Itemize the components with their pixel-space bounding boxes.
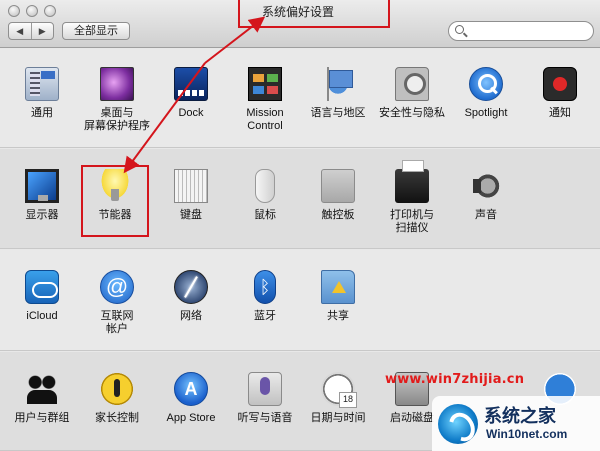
watermark-title: 系统之家 bbox=[484, 406, 556, 426]
date-time-icon bbox=[321, 372, 357, 408]
pref-label: 鼠标 bbox=[254, 209, 276, 221]
pref-label: 听写与语音 bbox=[237, 412, 293, 424]
pref-app-store[interactable]: A App Store bbox=[153, 372, 229, 425]
watermark-subtitle: Win10net.com bbox=[486, 427, 568, 441]
notifications-icon bbox=[543, 67, 577, 101]
pref-label: 键盘 bbox=[180, 209, 202, 221]
pref-network[interactable]: 网络 bbox=[153, 270, 229, 323]
pref-label: 共享 bbox=[327, 310, 349, 322]
pref-notifications[interactable]: 通知 bbox=[522, 67, 598, 120]
pref-sharing[interactable]: 共享 bbox=[300, 270, 376, 323]
pref-spotlight[interactable]: Spotlight bbox=[448, 67, 524, 120]
users-groups-icon bbox=[25, 372, 59, 406]
mouse-icon bbox=[255, 169, 275, 203]
displays-icon bbox=[25, 169, 59, 203]
dock-icon bbox=[174, 67, 208, 101]
pref-desktop-screensaver[interactable]: 桌面与 屏幕保护程序 bbox=[79, 67, 155, 133]
pref-label: 通知 bbox=[549, 107, 571, 119]
pref-label: 用户与群组 bbox=[14, 412, 70, 424]
pref-bluetooth[interactable]: ᛒ 蓝牙 bbox=[227, 270, 303, 323]
pref-mission-control[interactable]: Mission Control bbox=[227, 67, 303, 133]
bluetooth-icon: ᛒ bbox=[254, 270, 276, 304]
back-forward-control: ◀ ▶ bbox=[8, 22, 54, 40]
general-icon bbox=[25, 67, 59, 101]
pref-sound[interactable]: 声音 bbox=[448, 169, 524, 222]
pref-keyboard[interactable]: 键盘 bbox=[153, 169, 229, 222]
watermark-badge: 系统之家 Win10net.com bbox=[432, 396, 600, 451]
parental-controls-icon bbox=[100, 372, 134, 406]
pref-users-groups[interactable]: 用户与群组 bbox=[4, 372, 80, 425]
keyboard-icon bbox=[174, 169, 208, 203]
spotlight-icon bbox=[469, 67, 503, 101]
show-all-button[interactable]: 全部显示 bbox=[62, 22, 130, 40]
language-region-icon bbox=[321, 67, 355, 101]
pref-label: Dock bbox=[178, 107, 204, 119]
pref-dock[interactable]: Dock bbox=[153, 67, 229, 120]
trackpad-icon bbox=[321, 169, 355, 203]
pref-label: 家长控制 bbox=[95, 412, 139, 424]
pref-label: 蓝牙 bbox=[254, 310, 276, 322]
internet-wireless-section: iCloud @ 互联网 帐户 网络 ᛒ 蓝牙 共享 bbox=[0, 250, 600, 351]
pref-printers-scanners[interactable]: 打印机与 扫描仪 bbox=[374, 160, 450, 235]
pref-label: Mission Control bbox=[246, 107, 284, 132]
pref-language-region[interactable]: 语言与地区 bbox=[300, 67, 376, 120]
pref-mouse[interactable]: 鼠标 bbox=[227, 169, 303, 222]
search-input[interactable] bbox=[469, 24, 589, 38]
search-icon bbox=[455, 25, 464, 34]
pref-label: 显示器 bbox=[25, 209, 59, 221]
zoom-window-button[interactable] bbox=[44, 5, 56, 17]
pref-parental-controls[interactable]: 家长控制 bbox=[79, 372, 155, 425]
pref-internet-accounts[interactable]: @ 互联网 帐户 bbox=[79, 270, 155, 336]
pref-icloud[interactable]: iCloud bbox=[4, 270, 80, 323]
internet-accounts-icon: @ bbox=[100, 270, 134, 304]
desktop-screensaver-icon bbox=[100, 67, 134, 101]
network-icon bbox=[174, 270, 208, 304]
pref-displays[interactable]: 显示器 bbox=[4, 169, 80, 222]
forward-button[interactable]: ▶ bbox=[32, 23, 54, 39]
app-store-icon: A bbox=[174, 372, 208, 406]
pref-label: 安全性与隐私 bbox=[379, 107, 445, 119]
pref-label: 语言与地区 bbox=[310, 107, 366, 119]
watermark-logo-icon bbox=[438, 404, 478, 444]
pref-dictation-speech[interactable]: 听写与语音 bbox=[227, 372, 303, 425]
personal-section: 通用 桌面与 屏幕保护程序 Dock Mission Control 语言与地区… bbox=[0, 49, 600, 148]
mission-control-icon bbox=[248, 67, 282, 101]
sharing-icon bbox=[321, 270, 355, 304]
pref-label: 网络 bbox=[180, 310, 202, 322]
back-button[interactable]: ◀ bbox=[9, 23, 32, 39]
dictation-speech-icon bbox=[248, 372, 282, 406]
pref-label: App Store bbox=[166, 412, 216, 424]
pref-label: 触控板 bbox=[321, 209, 355, 221]
pref-security-privacy[interactable]: 安全性与隐私 bbox=[374, 67, 450, 120]
title-highlight-box bbox=[238, 0, 390, 28]
pref-label: 声音 bbox=[475, 209, 497, 221]
pref-general[interactable]: 通用 bbox=[4, 67, 80, 120]
pref-label: 通用 bbox=[31, 107, 53, 119]
sound-icon bbox=[469, 169, 503, 203]
pref-label: Spotlight bbox=[464, 107, 508, 119]
pref-label: 打印机与 扫描仪 bbox=[390, 209, 434, 234]
close-window-button[interactable] bbox=[8, 5, 20, 17]
pref-label: 桌面与 屏幕保护程序 bbox=[84, 107, 150, 132]
pref-trackpad[interactable]: 触控板 bbox=[300, 169, 376, 222]
security-privacy-icon bbox=[395, 67, 429, 101]
pref-label: 日期与时间 bbox=[310, 412, 366, 424]
watermark-url: www.win7zhijia.cn bbox=[385, 372, 525, 387]
pref-label: 互联网 帐户 bbox=[100, 310, 134, 335]
search-field[interactable] bbox=[448, 21, 594, 41]
pref-date-time[interactable]: 日期与时间 bbox=[300, 372, 376, 425]
minimize-window-button[interactable] bbox=[26, 5, 38, 17]
pref-label: iCloud bbox=[26, 310, 58, 322]
icloud-icon bbox=[25, 270, 59, 304]
printers-scanners-icon bbox=[395, 160, 429, 203]
energy-saver-highlight-box bbox=[81, 165, 149, 237]
